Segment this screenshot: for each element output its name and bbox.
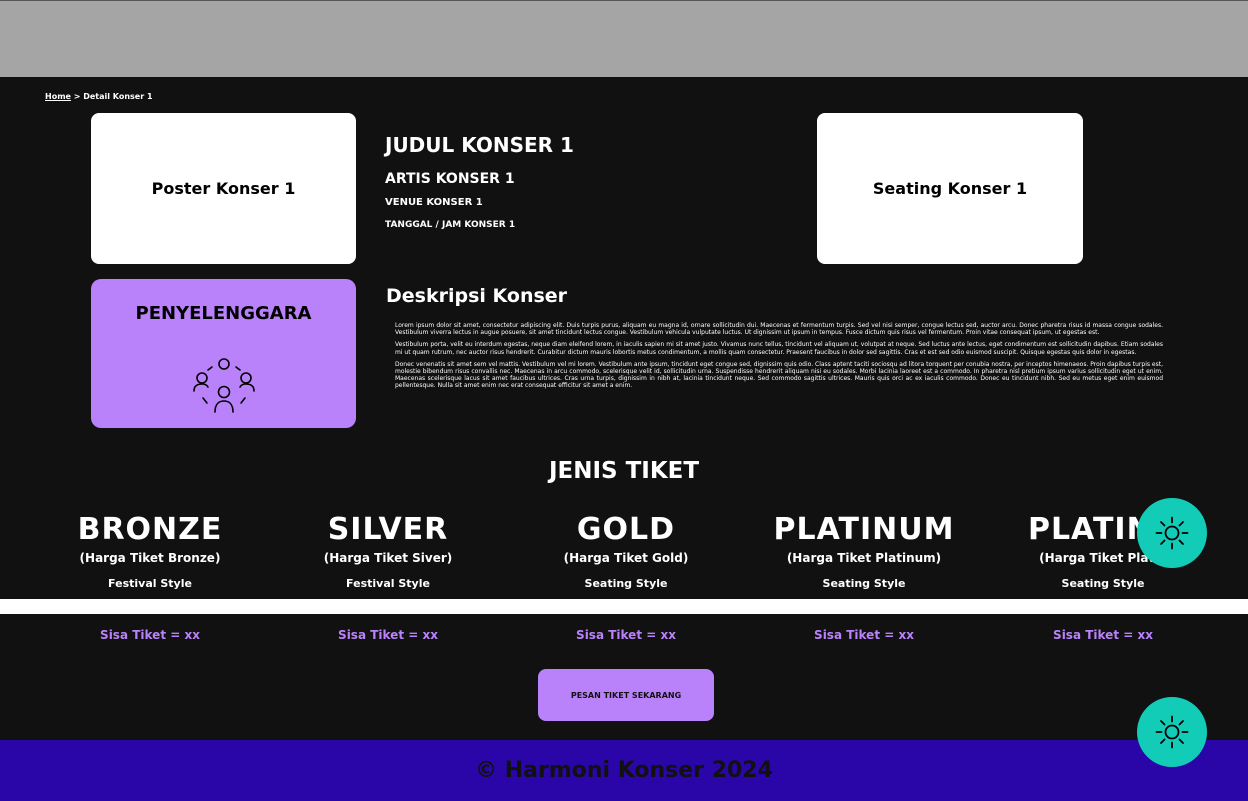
theme-toggle-button-bottom[interactable] xyxy=(1137,697,1207,767)
tier-name: PLATINUM xyxy=(773,512,955,547)
ticket-types-heading: JENIS TIKET xyxy=(548,458,700,484)
tier-style: Seating Style xyxy=(822,577,906,590)
footer: © Harmoni Konser 2024 xyxy=(0,740,1248,801)
concert-artist: ARTIS KONSER 1 xyxy=(385,171,515,187)
concert-title: JUDUL KONSER 1 xyxy=(385,133,574,157)
ticket-tier-gold[interactable]: GOLD (Harga Tiket Gold) Seating Style xyxy=(506,512,746,590)
breadcrumb-home-link[interactable]: Home xyxy=(45,92,71,101)
sun-icon xyxy=(1155,516,1189,550)
tier-price: (Harga Tiket Siver) xyxy=(323,551,453,565)
description-paragraph: Donec venenatis sit amet sem vel mattis.… xyxy=(395,360,1163,390)
tier-name: BRONZE xyxy=(77,512,223,547)
group-icon xyxy=(193,358,255,413)
description-paragraph: Lorem ipsum dolor sit amet, consectetur … xyxy=(395,322,1163,337)
concert-venue: VENUE KONSER 1 xyxy=(385,197,483,208)
tier-style: Festival Style xyxy=(346,577,430,590)
tier-remaining-bronze: Sisa Tiket = xx xyxy=(100,628,200,642)
organizer-card[interactable]: PENYELENGGARA xyxy=(91,279,356,428)
tier-price: (Harga Tiket Bronze) xyxy=(79,551,221,565)
breadcrumb-separator: > xyxy=(70,92,84,101)
theme-toggle-button[interactable] xyxy=(1137,498,1207,568)
top-header-bar xyxy=(0,0,1248,77)
poster-label: Poster Konser 1 xyxy=(151,179,296,198)
breadcrumb: Home > Detail Konser 1 xyxy=(45,92,153,101)
ticket-tier-platinum[interactable]: PLATINUM (Harga Tiket Platinum) Seating … xyxy=(744,512,984,590)
tier-name: SILVER xyxy=(327,512,449,547)
tier-style: Festival Style xyxy=(108,577,192,590)
tier-remaining-platinum: Sisa Tiket = xx xyxy=(814,628,914,642)
description-paragraph: Vestibulum porta, velit eu interdum eges… xyxy=(395,341,1163,356)
description-body: Lorem ipsum dolor sit amet, consectetur … xyxy=(395,322,1163,395)
description-title: Deskripsi Konser xyxy=(386,285,568,307)
ticket-tier-bronze[interactable]: BRONZE (Harga Tiket Bronze) Festival Sty… xyxy=(30,512,270,590)
concert-datetime: TANGGAL / JAM KONSER 1 xyxy=(385,220,516,230)
book-ticket-button[interactable]: PESAN TIKET SEKARANG xyxy=(538,669,714,721)
concert-poster: Poster Konser 1 xyxy=(91,113,356,264)
footer-copyright: © Harmoni Konser 2024 xyxy=(475,758,773,783)
ticket-tier-silver[interactable]: SILVER (Harga Tiket Siver) Festival Styl… xyxy=(268,512,508,590)
seating-plan: Seating Konser 1 xyxy=(817,113,1083,264)
tier-remaining-gold: Sisa Tiket = xx xyxy=(576,628,676,642)
tier-style: Seating Style xyxy=(584,577,668,590)
tier-price: (Harga Tiket Gold) xyxy=(563,551,689,565)
divider-band xyxy=(0,599,1248,614)
sun-icon xyxy=(1155,715,1189,749)
tier-price: (Harga Tiket Platinum) xyxy=(786,551,942,565)
tier-name: GOLD xyxy=(576,512,676,547)
concert-info: JUDUL KONSER 1 ARTIS KONSER 1 VENUE KONS… xyxy=(385,133,574,230)
organizer-label: PENYELENGGARA xyxy=(135,303,312,324)
tier-remaining-platinum-2: Sisa Tiket = xx xyxy=(1053,628,1153,642)
tier-style: Seating Style xyxy=(1061,577,1145,590)
breadcrumb-current: Detail Konser 1 xyxy=(83,92,153,101)
tier-remaining-silver: Sisa Tiket = xx xyxy=(338,628,438,642)
seating-label: Seating Konser 1 xyxy=(872,179,1028,198)
